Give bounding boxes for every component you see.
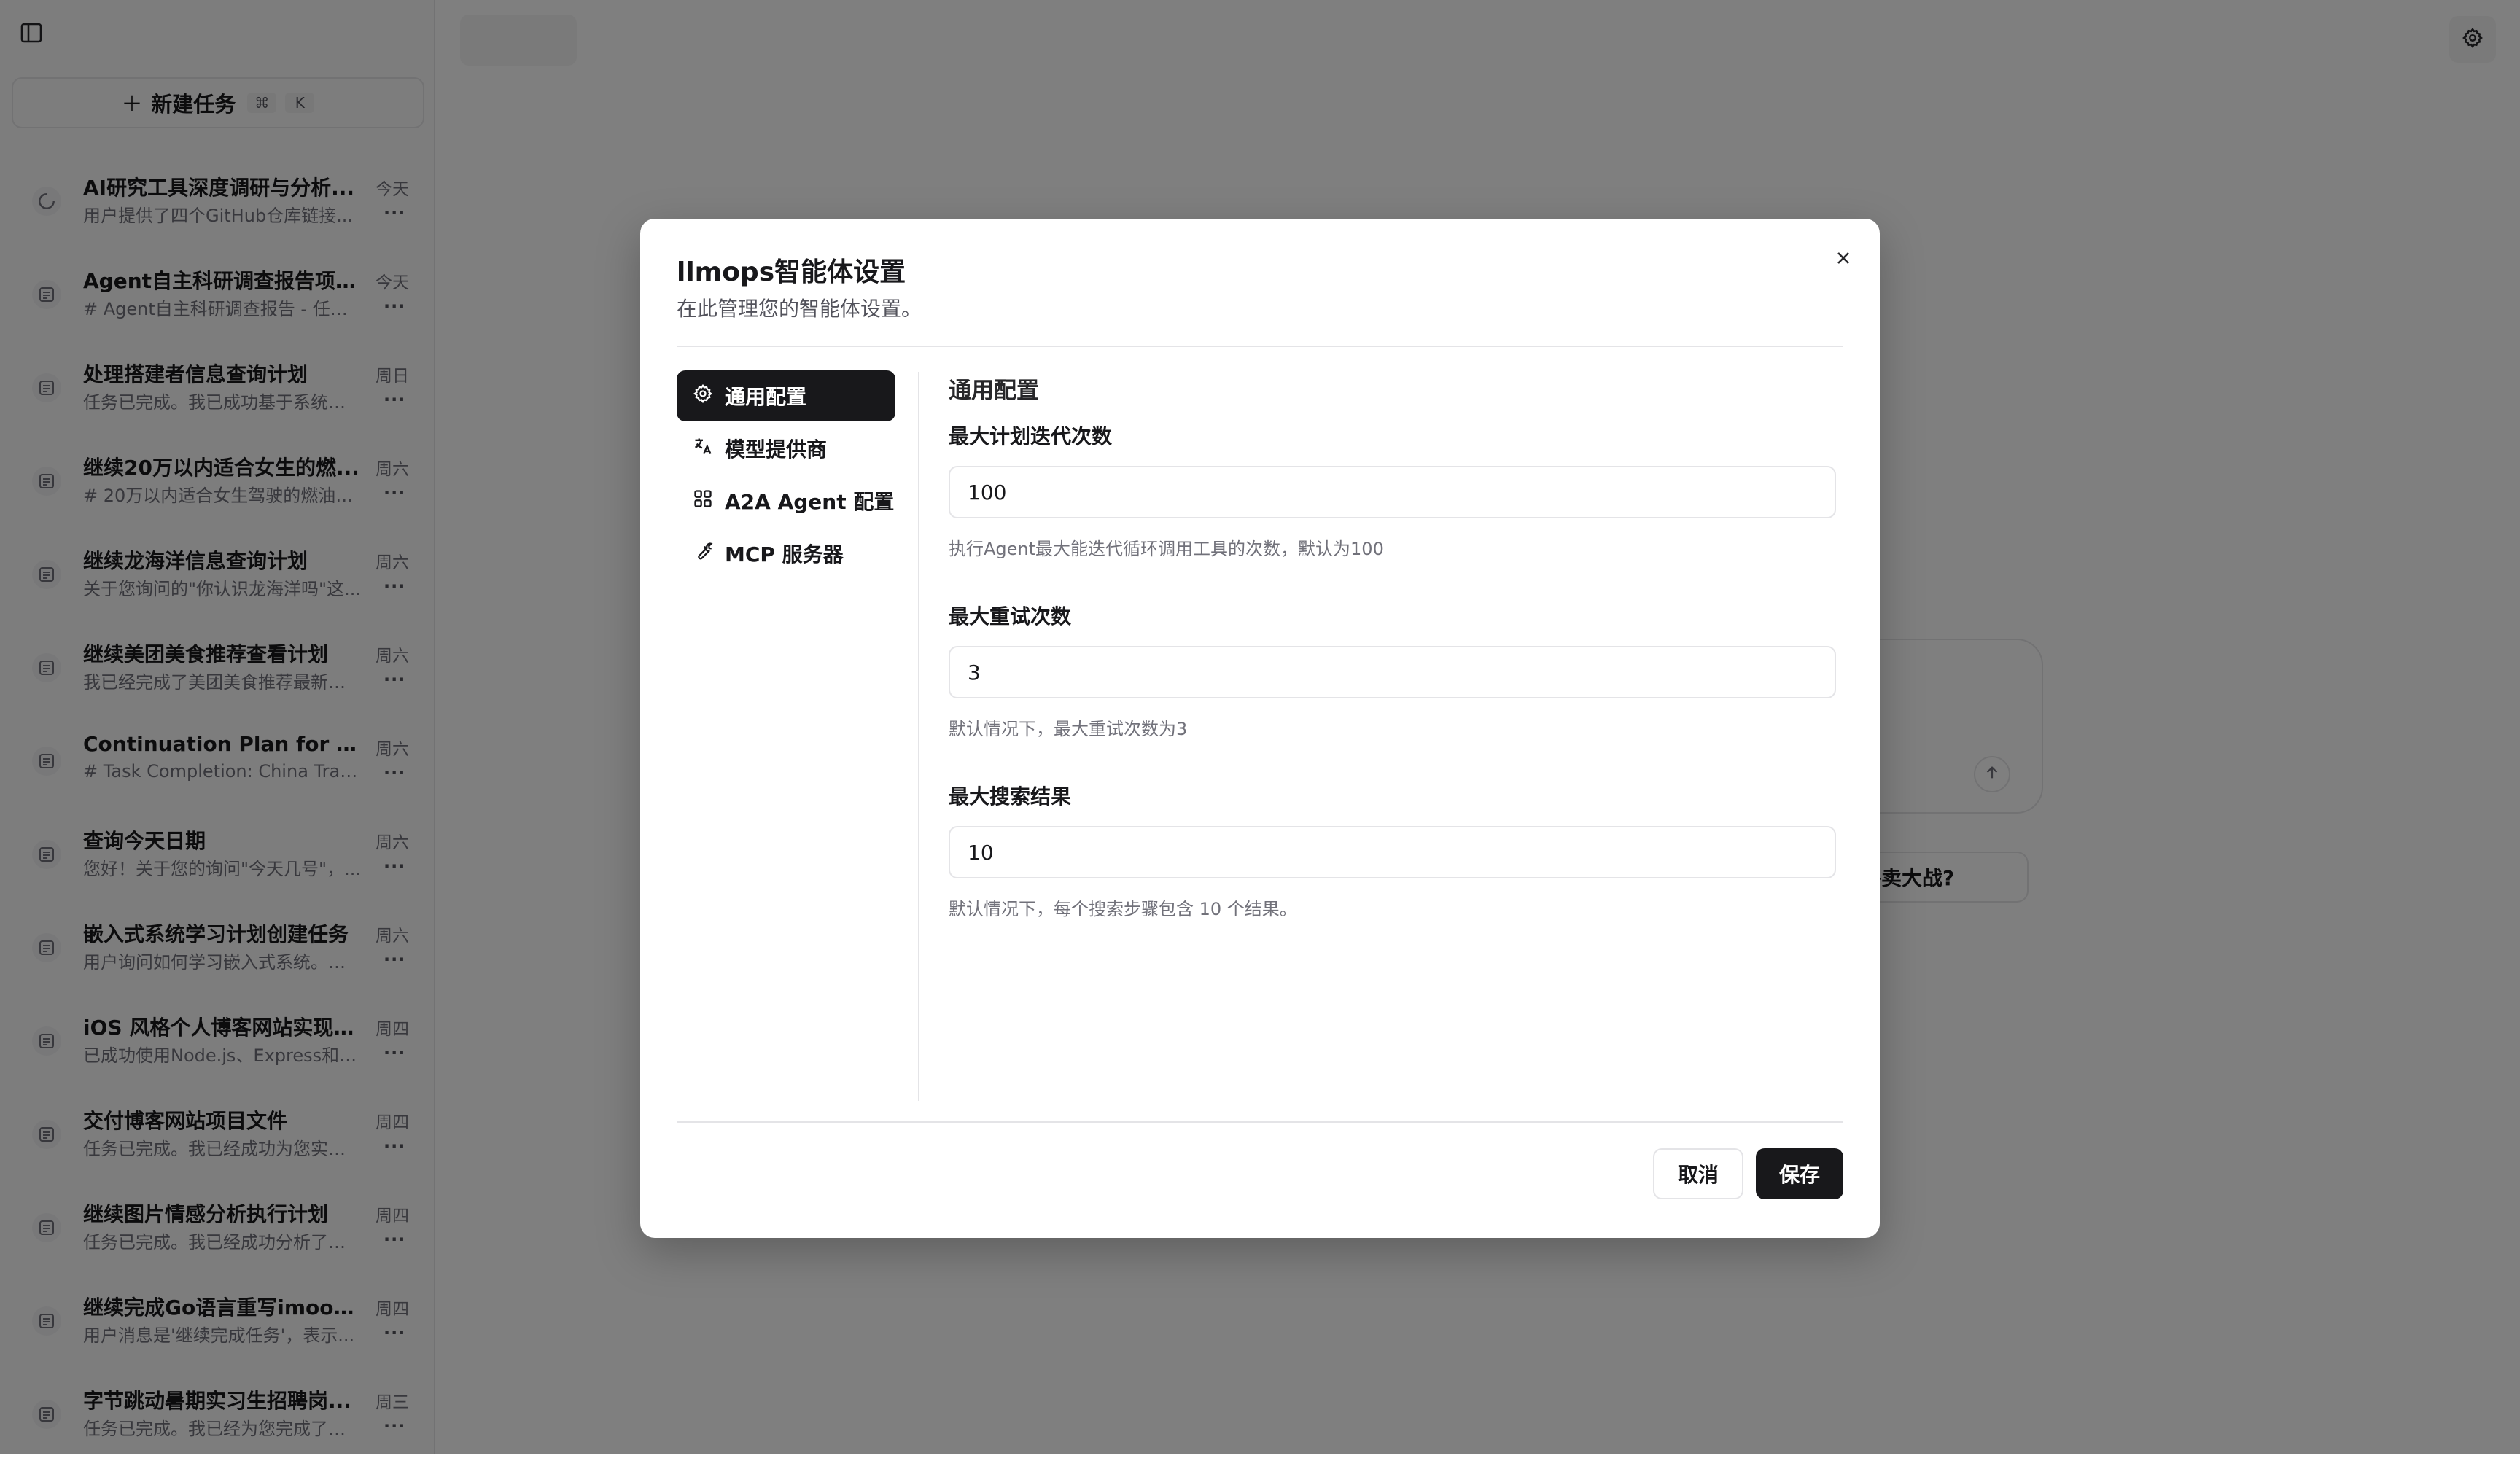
close-button[interactable] — [1827, 244, 1859, 276]
divider — [677, 346, 1843, 347]
max-search-results-input[interactable] — [949, 826, 1836, 878]
nav-item-model-provider[interactable]: 模型提供商 — [677, 423, 895, 474]
nav-item-label: MCP 服务器 — [725, 542, 844, 566]
nav-item-mcp-server[interactable]: MCP 服务器 — [677, 528, 895, 579]
nav-item-label: A2A Agent 配置 — [725, 490, 895, 514]
cancel-button[interactable]: 取消 — [1653, 1148, 1743, 1199]
nav-item-a2a-agent[interactable]: A2A Agent 配置 — [677, 475, 895, 526]
nav-item-general[interactable]: 通用配置 — [677, 370, 895, 421]
max-search-results-help: 默认情况下，每个搜索步骤包含 10 个结果。 — [949, 899, 1297, 919]
max-retries-input[interactable] — [949, 646, 1836, 698]
save-button[interactable]: 保存 — [1756, 1148, 1843, 1199]
settings-dialog: llmops智能体设置 在此管理您的智能体设置。 通用配置 模型提供商 A2A … — [640, 219, 1880, 1238]
max-plan-iterations-input[interactable] — [949, 466, 1836, 518]
close-icon — [1835, 249, 1852, 270]
max-plan-iterations-help: 执行Agent最大能迭代循环调用工具的次数，默认为100 — [949, 539, 1384, 559]
nav-item-label: 模型提供商 — [725, 437, 828, 461]
nav-item-label: 通用配置 — [725, 385, 807, 409]
divider — [677, 1121, 1843, 1123]
max-retries-help: 默认情况下，最大重试次数为3 — [949, 719, 1188, 739]
settings-nav: 通用配置 模型提供商 A2A Agent 配置 MCP 服务器 — [677, 370, 895, 580]
gear-icon — [693, 383, 713, 409]
grid-icon — [693, 488, 713, 514]
dialog-subtitle: 在此管理您的智能体设置。 — [677, 297, 922, 321]
max-retries-label: 最大重试次数 — [949, 604, 1072, 628]
section-title: 通用配置 — [949, 378, 1039, 404]
vertical-divider — [918, 372, 919, 1101]
translate-icon — [693, 436, 713, 461]
wrench-icon — [693, 541, 713, 566]
dialog-title: llmops智能体设置 — [677, 257, 906, 287]
max-search-results-label: 最大搜索结果 — [949, 784, 1072, 809]
max-plan-iterations-label: 最大计划迭代次数 — [949, 424, 1113, 448]
settings-content: 通用配置 最大计划迭代次数 执行Agent最大能迭代循环调用工具的次数，默认为1… — [949, 372, 1842, 961]
